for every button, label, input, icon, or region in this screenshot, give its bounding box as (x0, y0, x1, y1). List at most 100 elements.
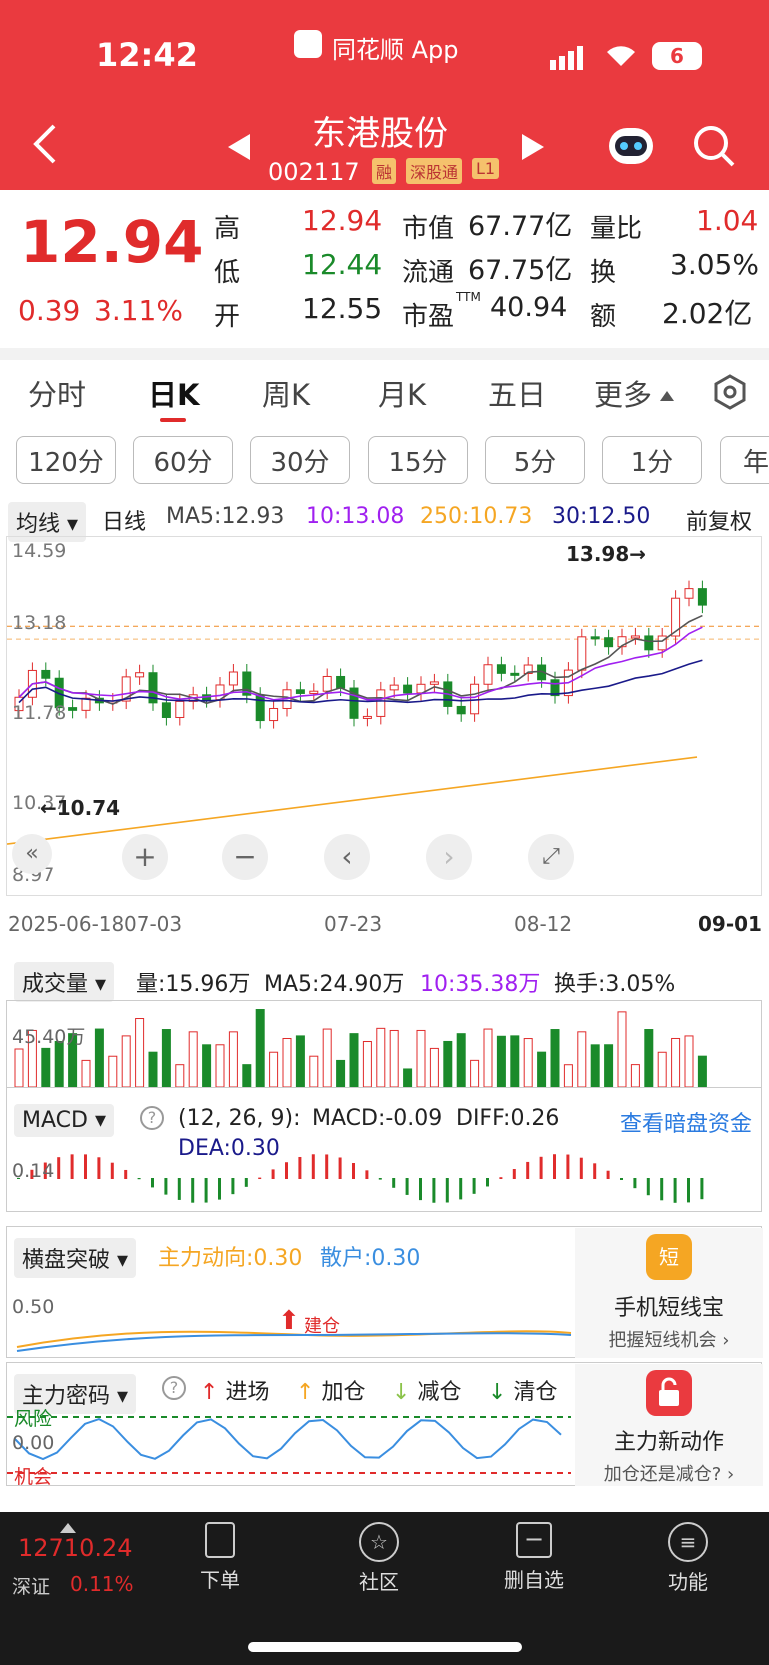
robot-assistant-icon[interactable] (606, 122, 656, 172)
macd-bar (378, 1178, 382, 1180)
signal-icon (550, 46, 590, 74)
scroll-right-button[interactable]: › (426, 834, 472, 880)
last-price: 12.94 (20, 208, 204, 276)
nav-order[interactable]: 下单 (170, 1522, 270, 1593)
macd-bar (633, 1178, 637, 1189)
tab-five-day[interactable]: 五日 (488, 372, 546, 414)
volume-bar (456, 1033, 466, 1088)
btn-30min[interactable]: 30分 (250, 436, 350, 484)
scroll-left-button[interactable]: ‹ (324, 834, 370, 880)
adjust-mode[interactable]: 前复权 (686, 504, 752, 536)
macd-bar (392, 1178, 396, 1188)
zoom-out-button[interactable]: − (222, 834, 268, 880)
tag-connect: 深股通 (406, 158, 463, 184)
volume-bar (470, 1059, 480, 1088)
volume-bar (121, 1035, 131, 1088)
btn-15min[interactable]: 15分 (368, 436, 468, 484)
volume-bar (215, 1044, 225, 1088)
btn-120min[interactable]: 120分 (16, 436, 116, 484)
tab-daily-k[interactable]: 日K (148, 372, 199, 414)
macd-bar (352, 1163, 355, 1179)
candle (510, 672, 520, 676)
macd-bar (204, 1178, 208, 1203)
ma10-value: 10:13.08 (306, 504, 405, 529)
amount-value: 2.02亿 (662, 297, 753, 330)
candle (228, 671, 238, 686)
x-tick-5: 09-01 (698, 912, 762, 936)
open-label: 开 (214, 302, 241, 332)
nav-community[interactable]: ☆ 社区 (329, 1522, 429, 1595)
divider (0, 348, 769, 360)
volume-bar (483, 1028, 493, 1088)
kline-chart[interactable] (6, 536, 762, 896)
settings-hex-icon[interactable] (712, 374, 748, 414)
low-value: 12.44 (302, 248, 383, 281)
volume-bar (228, 1031, 238, 1088)
prev-stock-button[interactable] (226, 132, 252, 166)
macd-svg (17, 1154, 704, 1203)
macd-bar (700, 1178, 704, 1200)
macd-bar (646, 1178, 650, 1196)
macd-bar (365, 1170, 369, 1179)
tab-weekly-k[interactable]: 周K (262, 372, 310, 414)
fullscreen-button[interactable]: ⤢ (528, 834, 574, 880)
macd-bar (84, 1154, 87, 1179)
volume-bar (523, 1038, 533, 1088)
macd-chart (6, 1088, 762, 1212)
main-action-ad[interactable]: 主力新动作 加仓还是减仓? › (575, 1364, 763, 1486)
candle (295, 689, 305, 694)
volume-dropdown[interactable]: 成交量 ▾ (14, 962, 115, 1002)
volume-bar (590, 1044, 600, 1088)
next-stock-button[interactable] (520, 132, 546, 166)
search-icon[interactable] (692, 124, 736, 172)
macd-bar (579, 1157, 583, 1179)
tab-more[interactable]: 更多 (594, 372, 652, 414)
zoom-in-button[interactable]: + (122, 834, 168, 880)
btn-1min[interactable]: 1分 (602, 436, 702, 484)
tab-intraday[interactable]: 分时 (28, 372, 86, 414)
volume-bar (496, 1035, 506, 1088)
volume-bar (94, 1028, 104, 1088)
mktcap-label: 市值 (402, 214, 455, 244)
shortline-ad[interactable]: 短 手机短线宝 把握短线机会 › (575, 1228, 763, 1358)
main-action-title: 主力新动作 (613, 1430, 724, 1455)
build-position-arrow-icon: ⬆ (278, 1306, 300, 1336)
volume-bar (41, 1047, 51, 1088)
btn-5min[interactable]: 5分 (485, 436, 585, 484)
nav-functions[interactable]: ≡ 功能 (638, 1522, 738, 1595)
battery-level: 6 (670, 44, 684, 68)
nav-remove-watch[interactable]: − 删自选 (484, 1522, 584, 1593)
macd-bar (405, 1178, 409, 1195)
nav-order-label: 下单 (200, 1568, 240, 1592)
btn-60min[interactable]: 60分 (133, 436, 233, 484)
macd-bar (231, 1178, 235, 1195)
tab-monthly-k[interactable]: 月K (378, 372, 426, 414)
zero-label: 0.00 (12, 1432, 55, 1454)
macd-bar (124, 1169, 128, 1179)
volume-bar (671, 1037, 681, 1088)
candle (161, 702, 171, 718)
volume-chart (6, 1000, 762, 1088)
float-value: 67.75亿 (468, 255, 573, 286)
candle (429, 681, 439, 685)
candle (322, 675, 332, 692)
volume-bar (188, 1031, 198, 1088)
macd-bar (258, 1177, 262, 1179)
candle (577, 636, 587, 671)
macd-bar (177, 1178, 181, 1200)
collapse-left-button[interactable]: « (12, 834, 52, 874)
macd-bar (97, 1157, 101, 1179)
back-button[interactable] (30, 122, 60, 170)
volume-value: 量:15.96万 (136, 972, 251, 997)
volume-bar (563, 1064, 573, 1088)
candle (604, 637, 614, 648)
btn-year[interactable]: 年 (720, 436, 769, 484)
volume-svg (14, 1009, 707, 1088)
bottom-bar: 12710.24 深证 0.11% 下单 ☆ 社区 − 删自选 ≡ 功能 (0, 1512, 769, 1665)
macd-bar (539, 1156, 543, 1179)
candle (697, 588, 707, 606)
macd-bar (137, 1178, 141, 1180)
macd-y-tick: 0.14 (12, 1160, 55, 1182)
index-value[interactable]: 12710.24 (18, 1534, 133, 1562)
volume-bar (443, 1040, 453, 1088)
